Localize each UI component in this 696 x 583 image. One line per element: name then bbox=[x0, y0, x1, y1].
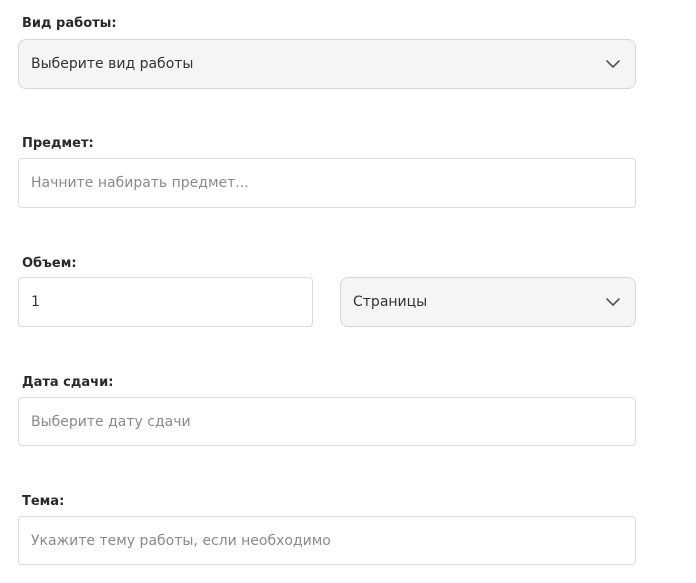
volume-value: 1 bbox=[31, 294, 40, 310]
work-type-selected-value: Выберите вид работы bbox=[31, 56, 194, 72]
topic-input[interactable]: Укажите тему работы, если необходимо bbox=[18, 516, 636, 565]
deadline-label: Дата сдачи: bbox=[22, 375, 114, 390]
work-type-select[interactable]: Выберите вид работы bbox=[18, 39, 636, 89]
subject-label: Предмет: bbox=[22, 136, 94, 151]
chevron-down-icon bbox=[605, 294, 621, 310]
subject-input[interactable]: Начните набирать предмет... bbox=[18, 158, 636, 208]
subject-placeholder: Начните набирать предмет... bbox=[31, 175, 249, 191]
volume-unit-select[interactable]: Страницы bbox=[340, 277, 636, 327]
work-type-label: Вид работы: bbox=[22, 16, 117, 31]
topic-placeholder: Укажите тему работы, если необходимо bbox=[31, 532, 331, 549]
deadline-input[interactable]: Выберите дату сдачи bbox=[18, 397, 636, 446]
topic-label: Тема: bbox=[22, 494, 65, 509]
volume-label: Объем: bbox=[22, 256, 77, 271]
volume-input[interactable]: 1 bbox=[18, 277, 313, 327]
deadline-placeholder: Выберите дату сдачи bbox=[31, 413, 191, 430]
chevron-down-icon bbox=[605, 56, 621, 72]
volume-unit-selected-value: Страницы bbox=[353, 294, 428, 310]
